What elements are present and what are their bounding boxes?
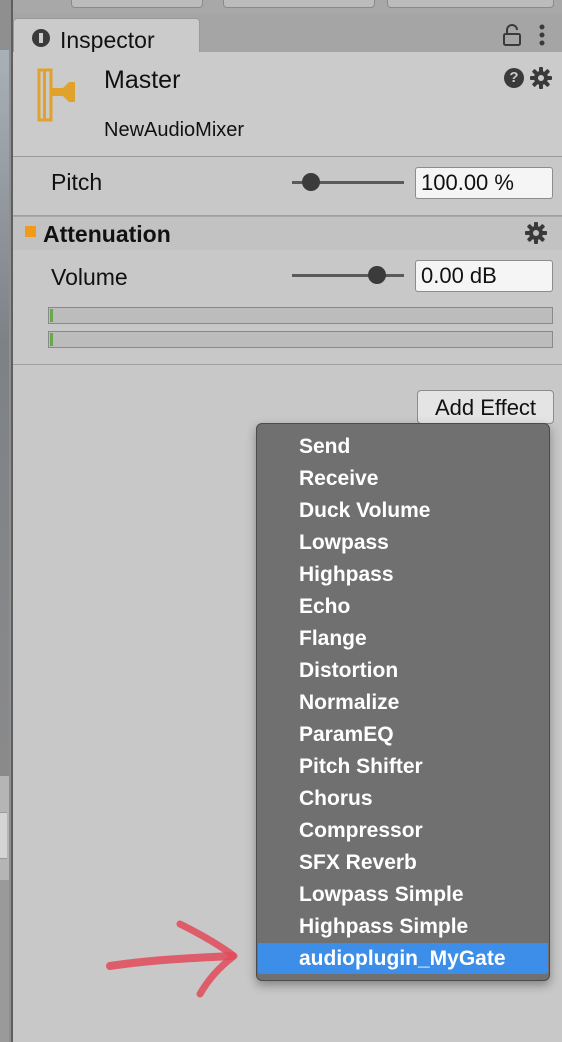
volume-slider-track[interactable] [292, 274, 404, 277]
section-marker-icon [25, 226, 36, 237]
kebab-icon[interactable] [538, 24, 546, 46]
toolbar-button[interactable] [223, 0, 375, 8]
menu-item[interactable]: Chorus [258, 783, 548, 814]
menu-item[interactable]: Lowpass [258, 527, 548, 558]
scene-view-edge [0, 50, 9, 780]
menu-item[interactable]: Distortion [258, 655, 548, 686]
menu-item[interactable]: Highpass [258, 559, 548, 590]
gear-icon[interactable] [525, 222, 547, 244]
info-icon [32, 29, 50, 47]
menu-item[interactable]: Flange [258, 623, 548, 654]
level-meter-left [48, 307, 553, 324]
attenuation-header[interactable]: Attenuation [13, 216, 562, 250]
menu-item[interactable]: Normalize [258, 687, 548, 718]
top-toolbar-edge [13, 0, 562, 14]
menu-item[interactable]: SFX Reverb [258, 847, 548, 878]
adjacent-panel-bottom [0, 880, 9, 1042]
meter-fill [50, 309, 53, 322]
menu-item[interactable]: Echo [258, 591, 548, 622]
attenuation-title: Attenuation [43, 221, 171, 247]
tab-inspector-label: Inspector [60, 27, 155, 53]
tab-inspector[interactable]: Inspector [13, 18, 200, 53]
menu-item[interactable]: Highpass Simple [258, 911, 548, 942]
divider [13, 364, 562, 365]
menu-item[interactable]: ParamEQ [258, 719, 548, 750]
volume-label: Volume [51, 264, 128, 290]
menu-item[interactable]: Pitch Shifter [258, 751, 548, 782]
inspector-header: Master NewAudioMixer ? [13, 52, 562, 157]
toolbar-button[interactable] [71, 0, 203, 8]
help-icon[interactable]: ? [504, 68, 524, 88]
asset-name: NewAudioMixer [104, 119, 245, 141]
pitch-label: Pitch [51, 169, 103, 195]
add-effect-button[interactable]: Add Effect [417, 390, 554, 424]
menu-item[interactable]: Compressor [258, 815, 548, 846]
menu-item[interactable]: audioplugin_MyGate [258, 943, 548, 974]
inspector-tab-bar: Inspector [13, 14, 562, 53]
editor-window: Inspector Master NewAudioMixer ? Pitch 1… [0, 0, 562, 1042]
pitch-row: Pitch 100.00 % [13, 157, 562, 215]
lock-icon[interactable] [502, 24, 522, 46]
pitch-slider-thumb[interactable] [302, 173, 321, 191]
volume-row: Volume 0.00 dB [13, 250, 562, 306]
add-effect-menu: Send Receive Duck Volume Lowpass Highpass Ech… [256, 423, 550, 981]
menu-item[interactable]: Send [258, 431, 548, 462]
menu-item[interactable]: Receive [258, 463, 548, 494]
menu-item[interactable]: Lowpass Simple [258, 879, 548, 910]
volume-field[interactable]: 0.00 dB [415, 260, 553, 292]
adjacent-field-edge [0, 812, 7, 859]
toolbar-button[interactable] [387, 0, 554, 8]
volume-slider-thumb[interactable] [368, 266, 387, 284]
gear-icon[interactable] [530, 67, 552, 89]
audio-mixer-icon [37, 68, 75, 122]
pitch-field[interactable]: 100.00 % [415, 167, 553, 199]
meter-fill [50, 333, 53, 346]
level-meter-right [48, 331, 553, 348]
menu-item[interactable]: Duck Volume [258, 495, 548, 526]
page-title: Master [104, 66, 181, 94]
arrow-icon [106, 920, 238, 998]
